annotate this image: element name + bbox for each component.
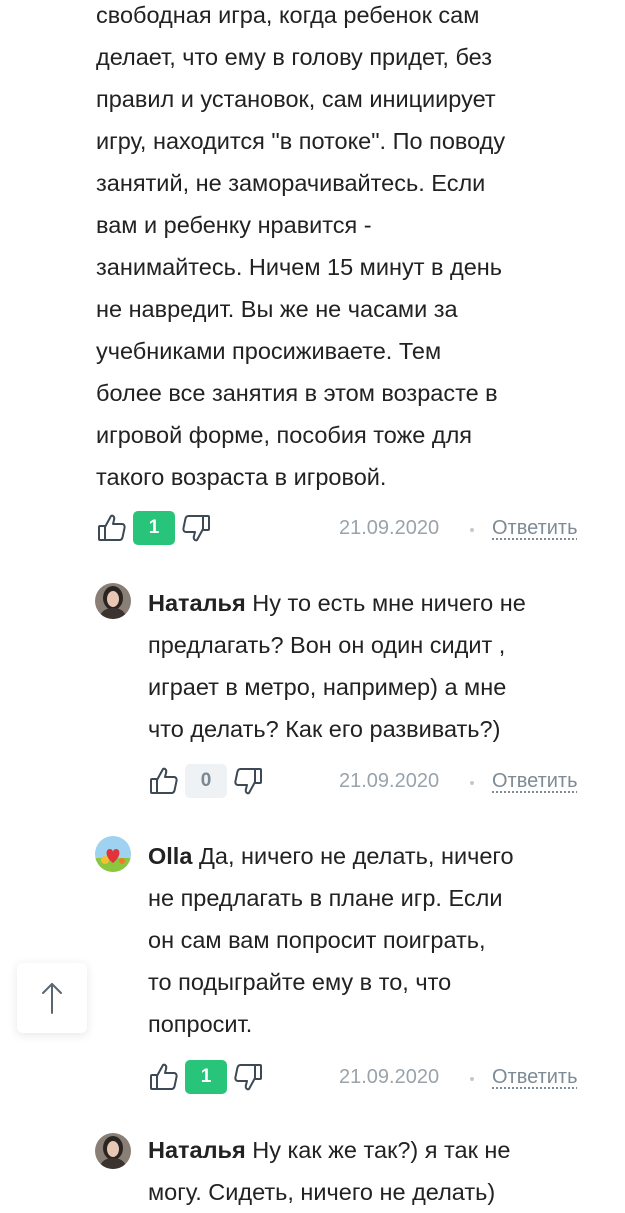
comment-line: игру, находится "в потоке". По поводу [96, 128, 506, 154]
thumbs-down-icon[interactable] [230, 763, 266, 799]
comment-line: не навредит. Вы же не часами за [96, 296, 458, 322]
vote-count: 0 [185, 764, 227, 798]
thumbs-up-icon[interactable] [146, 1059, 182, 1095]
vote-count: 1 [133, 511, 175, 545]
avatar[interactable] [95, 1133, 131, 1169]
comment-line: Ну как же так?) я так не [252, 1137, 511, 1163]
comment-line: попросит. [148, 1011, 253, 1037]
comment-line: занятий, не заморачивайтесь. Если [96, 170, 486, 196]
reply-comment: Наталья Ну то есть мне ничего не предлаг… [148, 582, 608, 750]
comment-date: 21.09.2020 [339, 517, 440, 539]
comment-line: то подыграйте ему в то, что [148, 969, 452, 995]
comment-line: занимайтесь. Ничем 15 минут в день [96, 254, 503, 280]
comment-line: играет в метро, например) а мне [148, 674, 507, 700]
comment-actions: 1 [94, 508, 214, 548]
avatar[interactable] [95, 836, 131, 872]
comment-line: могу. Сидеть, ничего не делать) [148, 1179, 496, 1205]
reply-comment: Olla Да, ничего не делать, ничего не пре… [148, 835, 608, 1045]
reply-button[interactable]: Ответить [492, 770, 578, 793]
reply-button[interactable]: Ответить [492, 1066, 578, 1089]
vote-count: 1 [185, 1060, 227, 1094]
author-name[interactable]: Наталья [148, 590, 246, 616]
comment-line: он сам вам попросит поиграть, [148, 927, 486, 953]
arrow-up-icon [42, 983, 62, 1014]
author-name[interactable]: Olla [148, 843, 192, 869]
comment-line: делает, что ему в голову придет, без [96, 44, 492, 70]
comment-line: предлагать? Вон он один сидит , [148, 632, 506, 658]
comment-line: правил и установок, сам инициирует [96, 86, 496, 112]
thumbs-up-icon[interactable] [146, 763, 182, 799]
comment-actions: 0 [146, 761, 266, 801]
comment-line: свободная игра, когда ребенок сам [96, 2, 480, 28]
separator-dot [470, 1077, 474, 1081]
reply-button[interactable]: Ответить [492, 517, 578, 540]
separator-dot [470, 528, 474, 532]
comment-line: вам и ребенку нравится - [96, 212, 372, 238]
reply-comment: Наталья Ну как же так?) я так не могу. С… [148, 1129, 608, 1213]
comment-line: Да, ничего не делать, ничего [198, 843, 514, 869]
author-name[interactable]: Наталья [148, 1137, 246, 1163]
comment-text: свободная игра, когда ребенок сам делает… [96, 0, 596, 498]
comment-line: Ну то есть мне ничего не [252, 590, 526, 616]
thumbs-up-icon[interactable] [94, 510, 130, 546]
comment-date: 21.09.2020 [339, 770, 440, 792]
separator-dot [470, 781, 474, 785]
comment-actions: 1 [146, 1057, 266, 1097]
comment-line: игровой форме, пособия тоже для [96, 422, 473, 448]
comment-line: учебниками просиживаете. Тем [96, 338, 442, 364]
comment-line: не предлагать в плане игр. Если [148, 885, 503, 911]
thumbs-down-icon[interactable] [230, 1059, 266, 1095]
avatar[interactable] [95, 583, 131, 619]
comment-line: такого возраста в игровой. [96, 464, 387, 490]
comment-line: что делать? Как его развивать?) [148, 716, 501, 742]
scroll-to-top-button[interactable] [17, 963, 87, 1033]
comment-date: 21.09.2020 [339, 1066, 440, 1088]
thumbs-down-icon[interactable] [178, 510, 214, 546]
comment-line: более все занятия в этом возрасте в [96, 380, 498, 406]
